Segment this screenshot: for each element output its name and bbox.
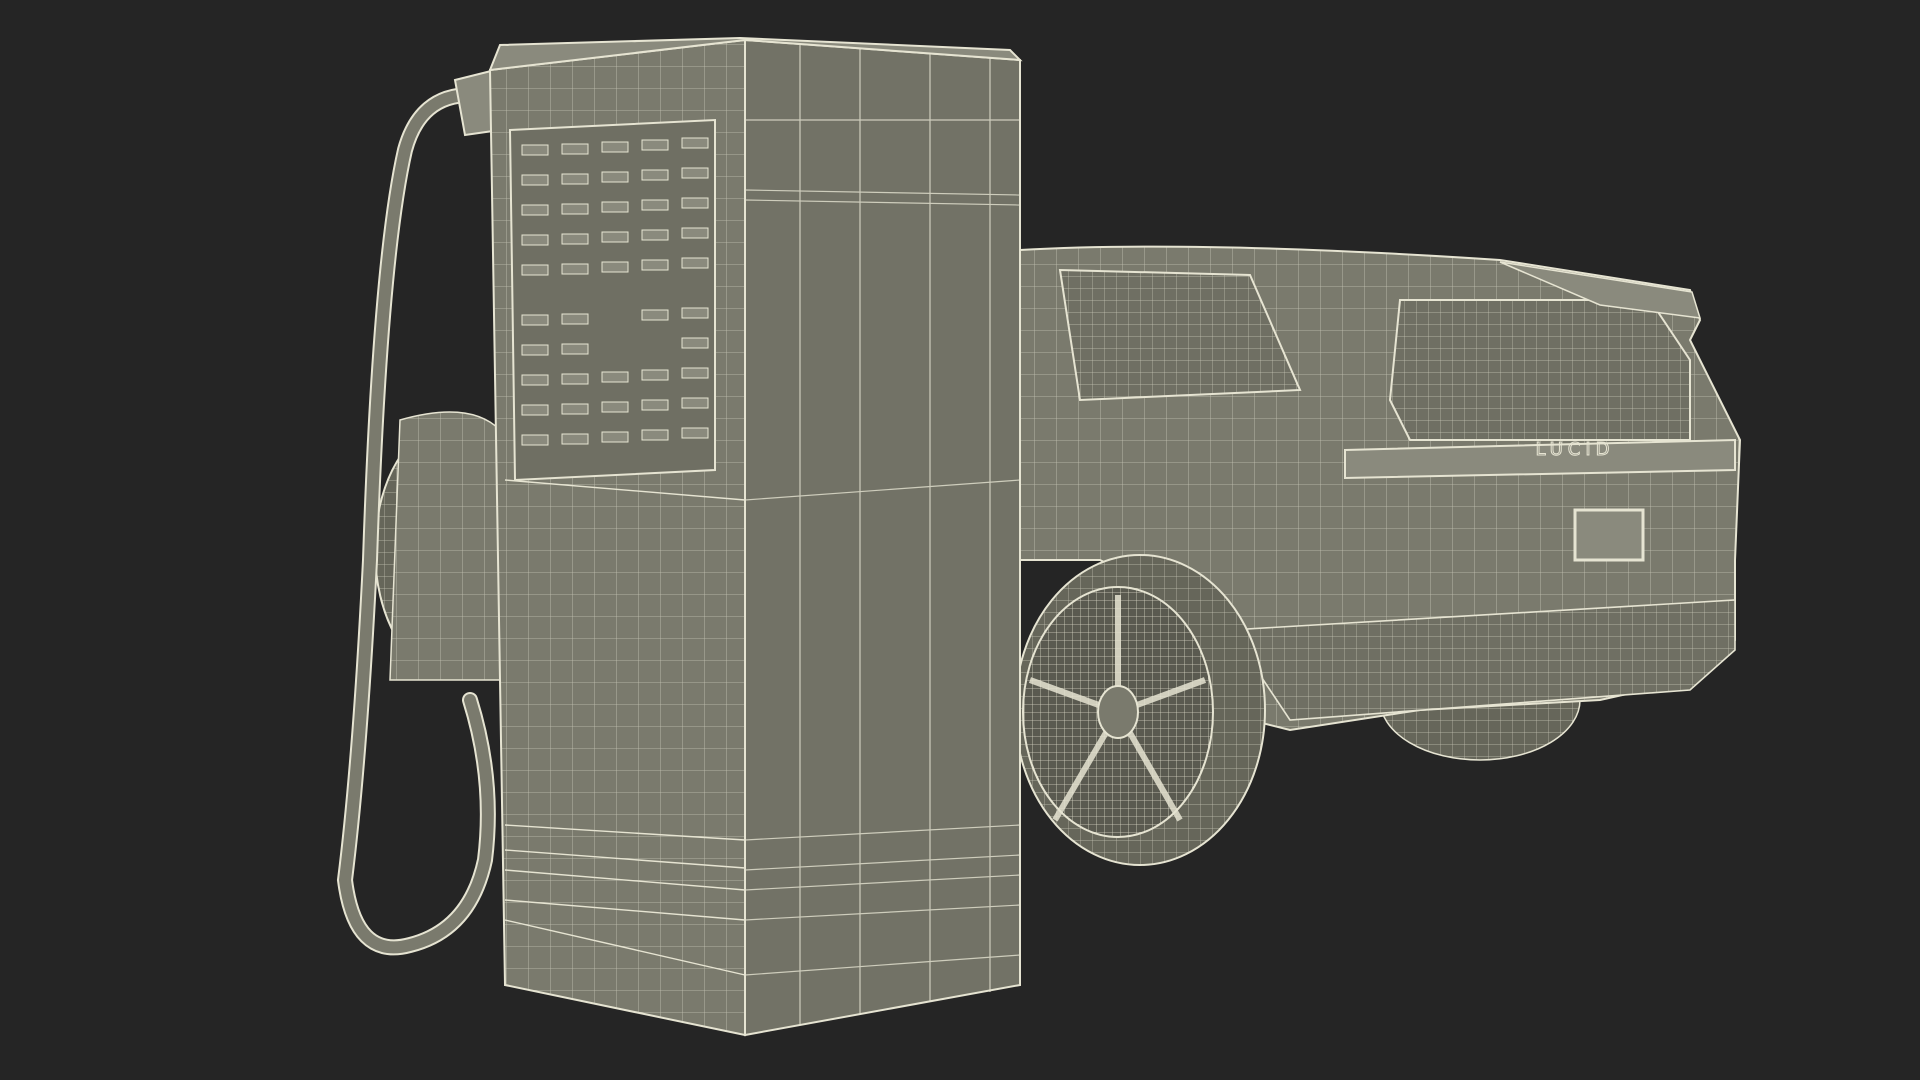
charger-right-face	[744, 38, 1021, 1037]
vent-panel	[508, 118, 716, 482]
license-plate	[1573, 508, 1645, 562]
render-canvas: LUCID	[336, 36, 1742, 1037]
rear-right-wheel	[1014, 554, 1266, 866]
vehicle-badge: LUCID	[1535, 439, 1614, 460]
wireframe-render-viewport: LUCID	[0, 0, 1920, 1080]
